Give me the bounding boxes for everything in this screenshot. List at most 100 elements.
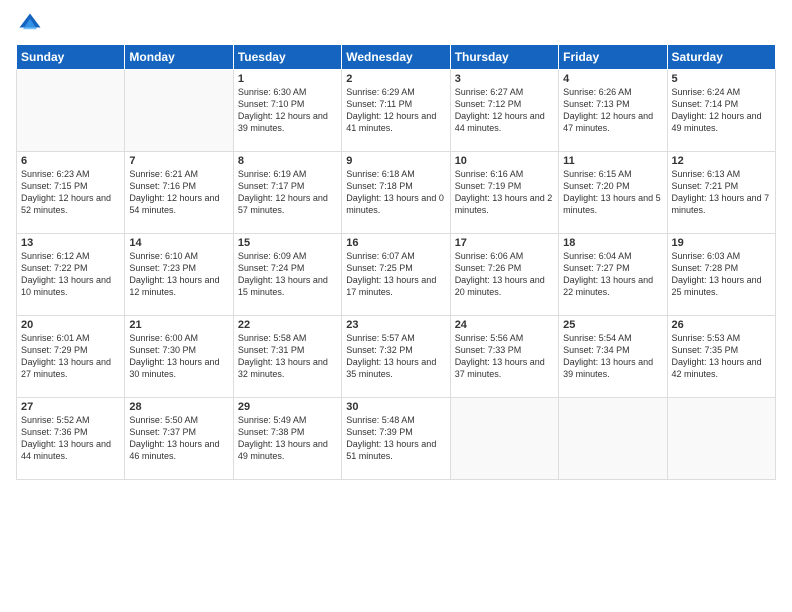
day-number: 25 [563, 319, 662, 331]
day-info: Sunrise: 5:48 AM Sunset: 7:39 PM Dayligh… [346, 414, 445, 463]
weekday-header-row: SundayMondayTuesdayWednesdayThursdayFrid… [17, 45, 776, 70]
day-number: 29 [238, 401, 337, 413]
day-info: Sunrise: 6:30 AM Sunset: 7:10 PM Dayligh… [238, 86, 337, 135]
day-number: 1 [238, 73, 337, 85]
day-number: 23 [346, 319, 445, 331]
day-number: 30 [346, 401, 445, 413]
day-info: Sunrise: 6:01 AM Sunset: 7:29 PM Dayligh… [21, 332, 120, 381]
calendar-cell: 15Sunrise: 6:09 AM Sunset: 7:24 PM Dayli… [233, 234, 341, 316]
day-number: 17 [455, 237, 554, 249]
day-number: 2 [346, 73, 445, 85]
day-info: Sunrise: 6:19 AM Sunset: 7:17 PM Dayligh… [238, 168, 337, 217]
day-info: Sunrise: 6:24 AM Sunset: 7:14 PM Dayligh… [672, 86, 771, 135]
day-number: 4 [563, 73, 662, 85]
page: SundayMondayTuesdayWednesdayThursdayFrid… [0, 0, 792, 612]
day-info: Sunrise: 5:53 AM Sunset: 7:35 PM Dayligh… [672, 332, 771, 381]
day-info: Sunrise: 6:23 AM Sunset: 7:15 PM Dayligh… [21, 168, 120, 217]
day-number: 15 [238, 237, 337, 249]
weekday-header-sunday: Sunday [17, 45, 125, 70]
calendar-cell: 30Sunrise: 5:48 AM Sunset: 7:39 PM Dayli… [342, 398, 450, 480]
header [16, 10, 776, 38]
day-info: Sunrise: 6:07 AM Sunset: 7:25 PM Dayligh… [346, 250, 445, 299]
weekday-header-tuesday: Tuesday [233, 45, 341, 70]
day-info: Sunrise: 6:15 AM Sunset: 7:20 PM Dayligh… [563, 168, 662, 217]
calendar-cell: 9Sunrise: 6:18 AM Sunset: 7:18 PM Daylig… [342, 152, 450, 234]
calendar-cell [667, 398, 775, 480]
day-number: 27 [21, 401, 120, 413]
calendar-cell: 28Sunrise: 5:50 AM Sunset: 7:37 PM Dayli… [125, 398, 233, 480]
day-info: Sunrise: 6:09 AM Sunset: 7:24 PM Dayligh… [238, 250, 337, 299]
calendar-cell: 6Sunrise: 6:23 AM Sunset: 7:15 PM Daylig… [17, 152, 125, 234]
day-info: Sunrise: 5:54 AM Sunset: 7:34 PM Dayligh… [563, 332, 662, 381]
calendar-cell: 10Sunrise: 6:16 AM Sunset: 7:19 PM Dayli… [450, 152, 558, 234]
logo-icon [16, 10, 44, 38]
day-info: Sunrise: 5:56 AM Sunset: 7:33 PM Dayligh… [455, 332, 554, 381]
day-info: Sunrise: 6:16 AM Sunset: 7:19 PM Dayligh… [455, 168, 554, 217]
day-info: Sunrise: 5:50 AM Sunset: 7:37 PM Dayligh… [129, 414, 228, 463]
calendar-cell: 14Sunrise: 6:10 AM Sunset: 7:23 PM Dayli… [125, 234, 233, 316]
day-info: Sunrise: 6:04 AM Sunset: 7:27 PM Dayligh… [563, 250, 662, 299]
day-number: 18 [563, 237, 662, 249]
calendar-cell: 7Sunrise: 6:21 AM Sunset: 7:16 PM Daylig… [125, 152, 233, 234]
week-row-3: 20Sunrise: 6:01 AM Sunset: 7:29 PM Dayli… [17, 316, 776, 398]
calendar-cell [17, 70, 125, 152]
day-info: Sunrise: 6:12 AM Sunset: 7:22 PM Dayligh… [21, 250, 120, 299]
day-number: 5 [672, 73, 771, 85]
day-number: 10 [455, 155, 554, 167]
day-info: Sunrise: 5:58 AM Sunset: 7:31 PM Dayligh… [238, 332, 337, 381]
calendar-cell: 25Sunrise: 5:54 AM Sunset: 7:34 PM Dayli… [559, 316, 667, 398]
calendar-cell: 3Sunrise: 6:27 AM Sunset: 7:12 PM Daylig… [450, 70, 558, 152]
day-info: Sunrise: 6:26 AM Sunset: 7:13 PM Dayligh… [563, 86, 662, 135]
day-number: 21 [129, 319, 228, 331]
day-number: 6 [21, 155, 120, 167]
day-info: Sunrise: 6:03 AM Sunset: 7:28 PM Dayligh… [672, 250, 771, 299]
calendar: SundayMondayTuesdayWednesdayThursdayFrid… [16, 44, 776, 480]
day-number: 7 [129, 155, 228, 167]
calendar-cell: 12Sunrise: 6:13 AM Sunset: 7:21 PM Dayli… [667, 152, 775, 234]
calendar-cell: 19Sunrise: 6:03 AM Sunset: 7:28 PM Dayli… [667, 234, 775, 316]
week-row-4: 27Sunrise: 5:52 AM Sunset: 7:36 PM Dayli… [17, 398, 776, 480]
day-number: 24 [455, 319, 554, 331]
calendar-cell [125, 70, 233, 152]
day-number: 20 [21, 319, 120, 331]
weekday-header-saturday: Saturday [667, 45, 775, 70]
calendar-cell: 8Sunrise: 6:19 AM Sunset: 7:17 PM Daylig… [233, 152, 341, 234]
day-number: 13 [21, 237, 120, 249]
calendar-cell: 11Sunrise: 6:15 AM Sunset: 7:20 PM Dayli… [559, 152, 667, 234]
day-number: 26 [672, 319, 771, 331]
day-info: Sunrise: 5:49 AM Sunset: 7:38 PM Dayligh… [238, 414, 337, 463]
calendar-cell: 5Sunrise: 6:24 AM Sunset: 7:14 PM Daylig… [667, 70, 775, 152]
calendar-cell: 22Sunrise: 5:58 AM Sunset: 7:31 PM Dayli… [233, 316, 341, 398]
day-info: Sunrise: 6:00 AM Sunset: 7:30 PM Dayligh… [129, 332, 228, 381]
day-info: Sunrise: 6:27 AM Sunset: 7:12 PM Dayligh… [455, 86, 554, 135]
day-info: Sunrise: 6:06 AM Sunset: 7:26 PM Dayligh… [455, 250, 554, 299]
day-info: Sunrise: 6:18 AM Sunset: 7:18 PM Dayligh… [346, 168, 445, 217]
day-info: Sunrise: 6:10 AM Sunset: 7:23 PM Dayligh… [129, 250, 228, 299]
day-number: 12 [672, 155, 771, 167]
day-number: 14 [129, 237, 228, 249]
calendar-cell: 23Sunrise: 5:57 AM Sunset: 7:32 PM Dayli… [342, 316, 450, 398]
weekday-header-thursday: Thursday [450, 45, 558, 70]
calendar-cell: 4Sunrise: 6:26 AM Sunset: 7:13 PM Daylig… [559, 70, 667, 152]
day-number: 9 [346, 155, 445, 167]
day-number: 8 [238, 155, 337, 167]
calendar-cell: 13Sunrise: 6:12 AM Sunset: 7:22 PM Dayli… [17, 234, 125, 316]
day-info: Sunrise: 6:13 AM Sunset: 7:21 PM Dayligh… [672, 168, 771, 217]
calendar-cell: 29Sunrise: 5:49 AM Sunset: 7:38 PM Dayli… [233, 398, 341, 480]
calendar-cell: 17Sunrise: 6:06 AM Sunset: 7:26 PM Dayli… [450, 234, 558, 316]
day-number: 11 [563, 155, 662, 167]
weekday-header-wednesday: Wednesday [342, 45, 450, 70]
calendar-cell [559, 398, 667, 480]
day-number: 19 [672, 237, 771, 249]
day-info: Sunrise: 5:57 AM Sunset: 7:32 PM Dayligh… [346, 332, 445, 381]
calendar-cell: 2Sunrise: 6:29 AM Sunset: 7:11 PM Daylig… [342, 70, 450, 152]
day-info: Sunrise: 6:21 AM Sunset: 7:16 PM Dayligh… [129, 168, 228, 217]
calendar-cell [450, 398, 558, 480]
week-row-1: 6Sunrise: 6:23 AM Sunset: 7:15 PM Daylig… [17, 152, 776, 234]
week-row-2: 13Sunrise: 6:12 AM Sunset: 7:22 PM Dayli… [17, 234, 776, 316]
calendar-cell: 24Sunrise: 5:56 AM Sunset: 7:33 PM Dayli… [450, 316, 558, 398]
calendar-cell: 20Sunrise: 6:01 AM Sunset: 7:29 PM Dayli… [17, 316, 125, 398]
logo [16, 10, 48, 38]
calendar-cell: 27Sunrise: 5:52 AM Sunset: 7:36 PM Dayli… [17, 398, 125, 480]
calendar-cell: 21Sunrise: 6:00 AM Sunset: 7:30 PM Dayli… [125, 316, 233, 398]
